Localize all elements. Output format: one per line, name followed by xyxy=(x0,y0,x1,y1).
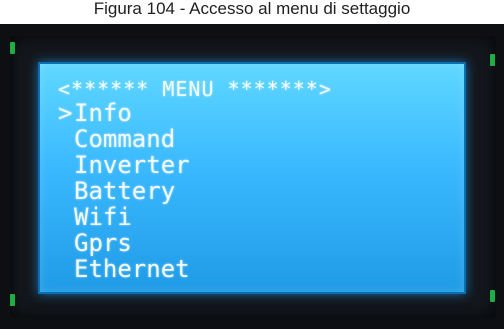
menu-item-label: Battery xyxy=(74,177,176,205)
menu-title: <****** MENU *******> xyxy=(58,77,332,101)
menu-item-command[interactable]: Command xyxy=(58,126,452,152)
menu-item-label: Inverter xyxy=(74,151,190,179)
header-pin-icon xyxy=(490,54,495,66)
header-pin-icon xyxy=(490,290,495,302)
menu-item-label: Gprs xyxy=(74,229,132,257)
menu-item-ethernet[interactable]: Ethernet xyxy=(58,256,452,282)
menu-item-label: Info xyxy=(74,99,132,127)
menu-item-label: Ethernet xyxy=(74,255,190,283)
menu-item-battery[interactable]: Battery xyxy=(58,178,452,204)
menu-item-label: Wifi xyxy=(74,203,132,231)
menu-item-inverter[interactable]: Inverter xyxy=(58,152,452,178)
device-photo: <****** MENU *******> > Info Command Inv… xyxy=(0,24,504,329)
header-pin-icon xyxy=(10,294,15,306)
menu-item-gprs[interactable]: Gprs xyxy=(58,230,452,256)
menu-item-wifi[interactable]: Wifi xyxy=(58,204,452,230)
lcd-content: <****** MENU *******> > Info Command Inv… xyxy=(58,78,452,284)
cursor-arrow-icon: > xyxy=(58,99,73,127)
menu-item-info[interactable]: > Info xyxy=(58,100,452,126)
figure-caption: Figura 104 - Accesso al menu di settaggi… xyxy=(93,0,411,18)
menu-list: > Info Command Inverter Battery Wifi Gpr… xyxy=(58,100,452,282)
menu-item-label: Command xyxy=(74,125,176,153)
header-pin-icon xyxy=(10,42,15,54)
lcd-screen: <****** MENU *******> > Info Command Inv… xyxy=(38,62,466,294)
